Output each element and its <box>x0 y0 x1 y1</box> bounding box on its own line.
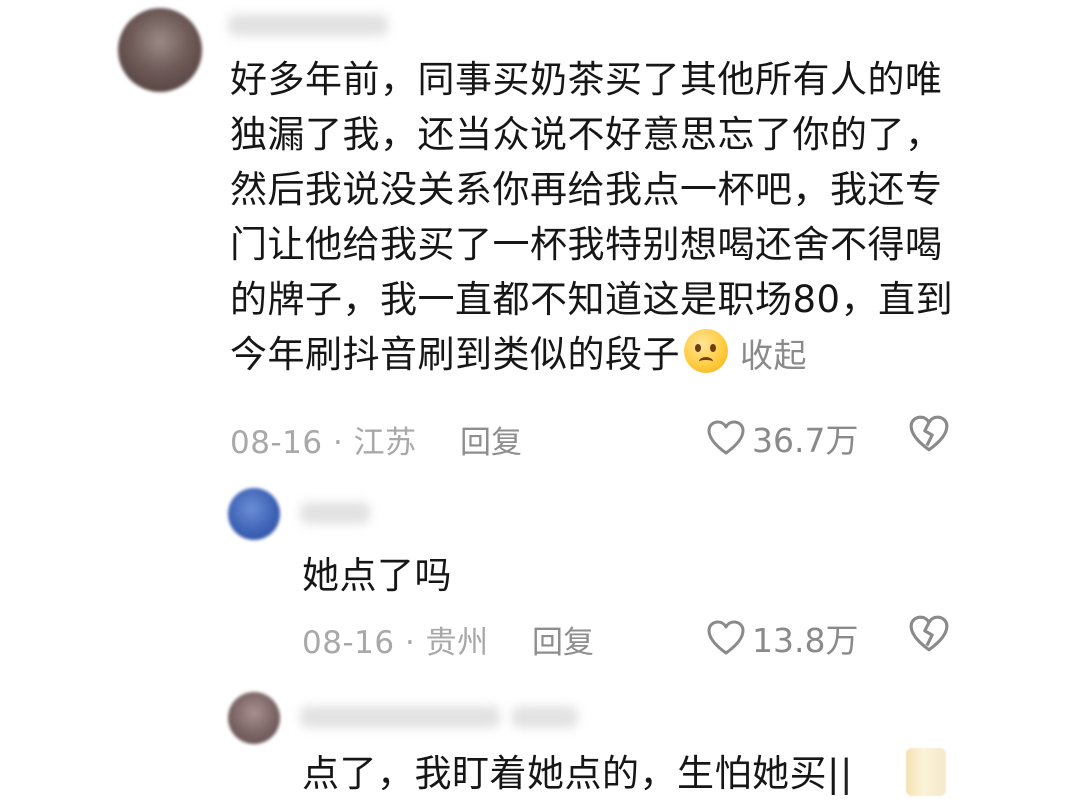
reply-avatar[interactable] <box>228 692 280 744</box>
reply-avatar[interactable] <box>228 488 280 540</box>
reply-meta: 08-16 · 贵州 <box>302 625 489 661</box>
reply-username-blurred[interactable] <box>300 502 370 524</box>
comment-date: 08-16 <box>302 625 395 661</box>
broken-heart-icon[interactable] <box>908 614 950 654</box>
reply-button[interactable]: 回复 <box>532 617 594 662</box>
heart-outline-icon <box>707 420 745 455</box>
main-comment-line: 的牌子，我一直都不知道这是职场80，直到 <box>230 278 954 321</box>
broken-heart-icon[interactable] <box>908 414 950 454</box>
like-count: 36.7万 <box>752 421 859 460</box>
main-comment-avatar[interactable] <box>118 8 202 92</box>
awkward-face-emoji-icon <box>684 329 728 373</box>
reply-username-blurred[interactable] <box>300 706 500 728</box>
main-comment-line: 今年刷抖音刷到类似的段子 <box>230 333 680 376</box>
comment-location: 江苏 <box>353 425 417 461</box>
main-comment-line: 好多年前，同事买奶茶买了其他所有人的唯 <box>230 58 943 101</box>
reply-button[interactable]: 回复 <box>460 417 522 462</box>
main-comment-line: 门让他给我买了一杯我特别想喝还舍不得喝 <box>230 223 943 266</box>
reply-text: 她点了吗 <box>302 554 452 597</box>
main-comment-username-blurred[interactable] <box>228 14 388 36</box>
main-comment-line: 独漏了我，还当众说不好意思忘了你的了， <box>230 113 943 156</box>
main-comment-line: 然后我说没关系你再给我点一杯吧，我还专 <box>230 168 943 211</box>
main-comment-last-line: 今年刷抖音刷到类似的段子 收起 <box>230 327 960 383</box>
like-count: 13.8万 <box>752 621 859 660</box>
like-button[interactable]: 36.7万 <box>706 414 858 462</box>
comment-location: 贵州 <box>425 625 489 661</box>
like-button[interactable]: 13.8万 <box>706 614 858 662</box>
heart-outline-icon <box>707 620 745 655</box>
main-comment-meta: 08-16 · 江苏 <box>230 425 417 461</box>
collapse-link[interactable]: 收起 <box>740 336 807 375</box>
comment-date: 08-16 <box>230 425 323 461</box>
main-comment-text: 好多年前，同事买奶茶买了其他所有人的唯 独漏了我，还当众说不好意思忘了你的了， … <box>230 52 960 383</box>
reply-target-blurred <box>512 706 578 728</box>
reply-text: 点了，我盯着她点的，生怕她买|| <box>302 752 853 795</box>
bottom-right-fade <box>840 738 1080 802</box>
